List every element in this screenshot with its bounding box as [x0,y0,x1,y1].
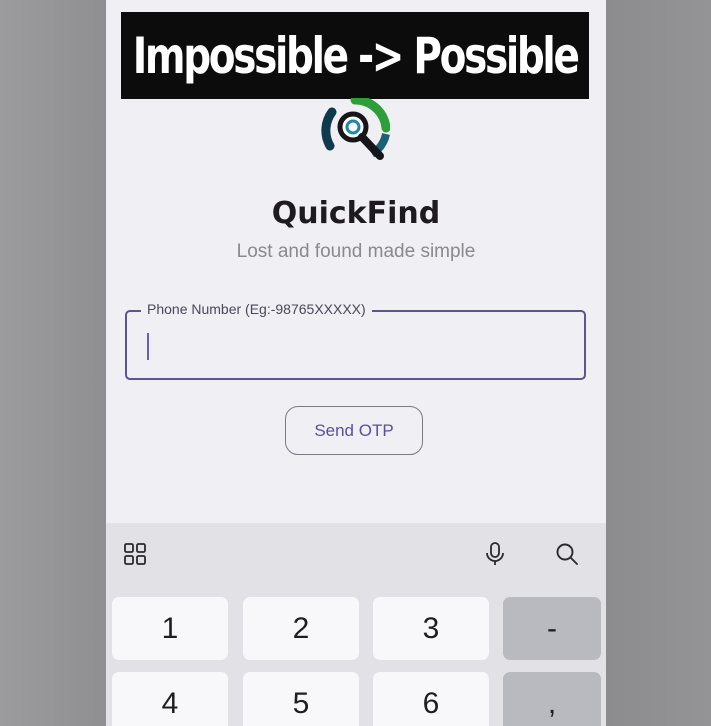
apps-grid-icon[interactable] [121,540,149,568]
phone-number-label: Phone Number (Eg:-98765XXXXX) [141,301,372,317]
key-3[interactable]: 3 [373,597,489,660]
send-otp-button[interactable]: Send OTP [285,406,423,455]
key-1[interactable]: 1 [112,597,228,660]
key-comma[interactable]: , [503,672,601,726]
numeric-keyboard: 1 2 3 - 4 5 6 , [106,523,606,726]
phone-number-field[interactable]: Phone Number (Eg:-98765XXXXX) [125,301,586,380]
key-2[interactable]: 2 [243,597,359,660]
video-side-right [606,0,711,726]
key-minus[interactable]: - [503,597,601,660]
key-5[interactable]: 5 [243,672,359,726]
app-subtitle: Lost and found made simple [236,241,476,262]
key-6[interactable]: 6 [373,672,489,726]
magnifier-logo-icon [321,98,390,160]
search-icon[interactable] [553,540,581,568]
overlay-banner-text: Impossible -> Possible [132,26,580,85]
microphone-icon[interactable] [481,540,509,568]
phone-screen: Impossible -> Possible QuickFind Lost an… [106,0,606,726]
app-title: QuickFind [271,196,441,231]
overlay-banner: Impossible -> Possible [121,12,589,99]
key-4[interactable]: 4 [112,672,228,726]
text-cursor [147,333,149,360]
video-side-left [0,0,106,726]
